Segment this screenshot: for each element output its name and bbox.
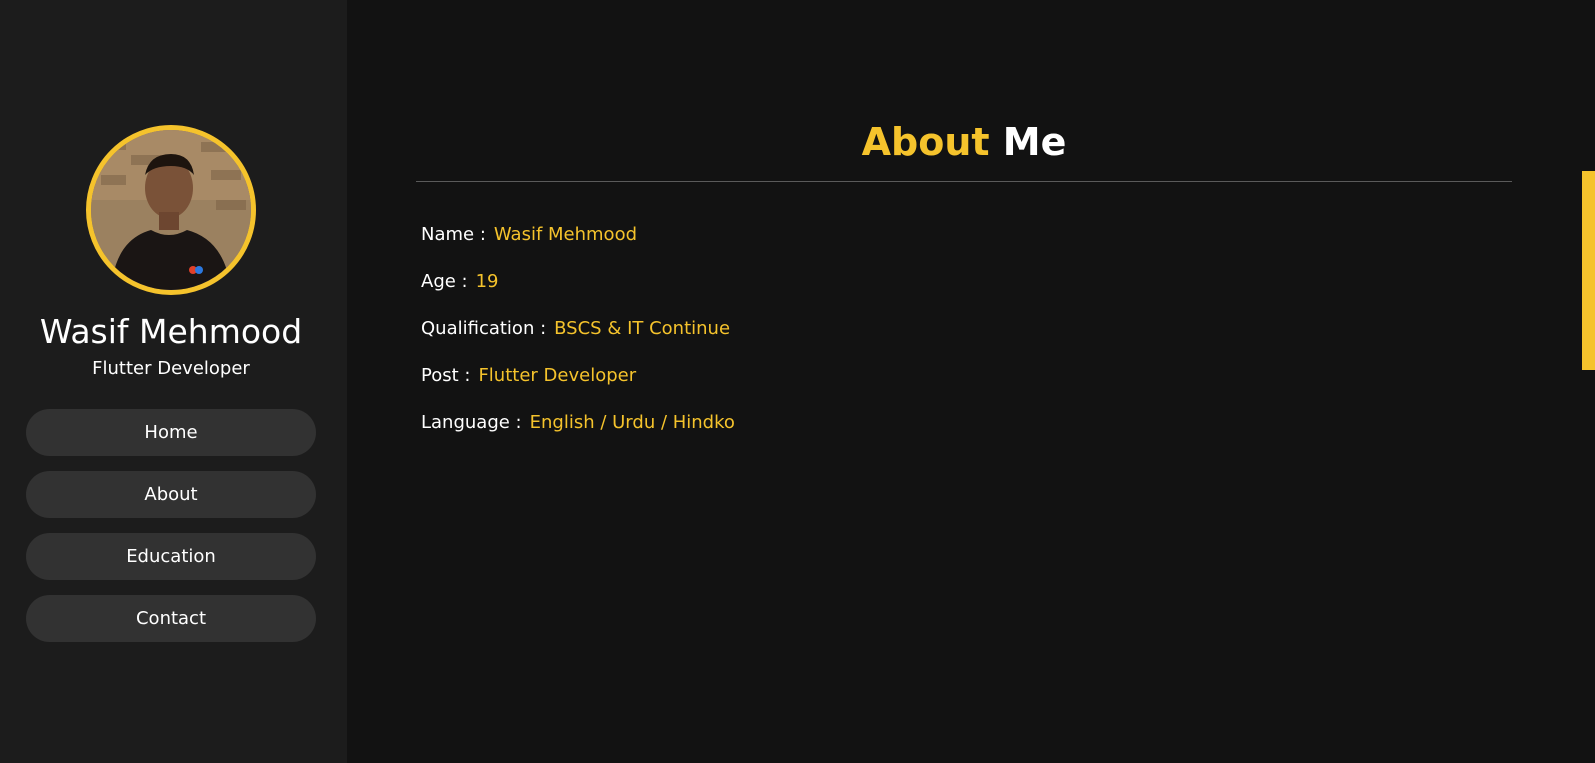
nav-education-button[interactable]: Education [26,533,316,580]
nav-about-button[interactable]: About [26,471,316,518]
nav-home-button[interactable]: Home [26,409,316,456]
info-row-age: Age : 19 [421,269,499,295]
info-value: 19 [475,271,499,292]
profile-role: Flutter Developer [92,358,250,379]
info-value: Flutter Developer [478,365,637,386]
info-label: Post : [421,365,471,386]
info-label: Age : [421,271,468,292]
nav-contact-button[interactable]: Contact [26,595,316,642]
info-label: Language : [421,412,522,433]
section-title-rest: Me [1002,120,1067,164]
info-value: English / Urdu / Hindko [529,412,735,433]
info-value: BSCS & IT Continue [554,318,731,339]
section-title-accent: About [861,120,990,164]
section-divider [416,181,1512,182]
section-title: About Me [416,116,1512,168]
info-row-language: Language : English / Urdu / Hindko [421,410,735,436]
profile-avatar [86,125,256,295]
info-row-name: Name : Wasif Mehmood [421,222,637,248]
scrollbar-thumb[interactable] [1582,171,1595,370]
portfolio-page: Wasif Mehmood Flutter Developer Home Abo… [0,0,1595,763]
profile-name: Wasif Mehmood [39,312,303,351]
info-row-qualification: Qualification : BSCS & IT Continue [421,316,730,342]
profile-photo [91,130,251,290]
scrollbar-track[interactable] [1582,0,1595,763]
info-value: Wasif Mehmood [493,224,638,245]
sidebar: Wasif Mehmood Flutter Developer Home Abo… [0,0,347,763]
info-label: Qualification : [421,318,547,339]
info-label: Name : [421,224,486,245]
info-row-post: Post : Flutter Developer [421,363,636,389]
